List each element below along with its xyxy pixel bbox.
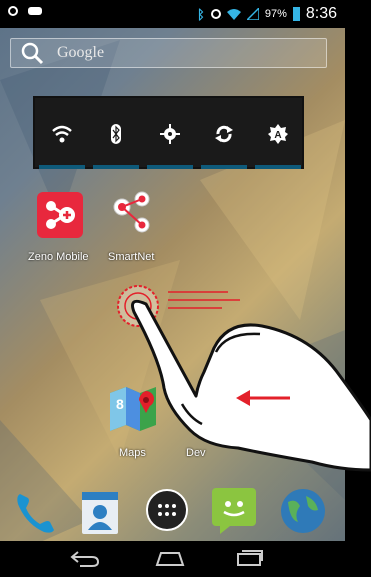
app-label-dev: Dev: [186, 447, 206, 459]
search-placeholder: Google: [57, 44, 105, 61]
gps-icon: [160, 123, 180, 144]
browser-icon[interactable]: [280, 488, 326, 534]
messaging-icon[interactable]: [212, 488, 256, 534]
google-search-bar[interactable]: Google: [10, 38, 327, 68]
gamepad-icon: [28, 7, 42, 15]
app-drawer-icon[interactable]: [145, 488, 189, 532]
navigation-bar: [0, 541, 345, 577]
alarm-icon: [210, 9, 221, 19]
app-label-zeno-mobile: Zeno Mobile: [28, 251, 89, 263]
phone-screen: ᛒ 97% 8:36 Google A Zeno Mobile SmartNet…: [0, 0, 371, 577]
sync-toggle[interactable]: [197, 98, 251, 169]
clock: 8:36: [305, 5, 337, 22]
auto-brightness-icon: A: [268, 123, 288, 144]
search-icon: [21, 42, 44, 65]
sync-icon: [215, 125, 233, 142]
signal-icon: [246, 8, 259, 20]
phone-icon[interactable]: [12, 490, 58, 536]
battery-icon: [292, 7, 300, 21]
auto-brightness-toggle[interactable]: A: [251, 98, 305, 169]
app-label-maps: Maps: [119, 447, 146, 459]
zeno-mobile-icon: [37, 192, 83, 238]
contacts-icon[interactable]: [82, 492, 118, 534]
wifi-toggle[interactable]: [35, 98, 89, 169]
notification-ring-icon: [8, 6, 18, 16]
dock: [0, 482, 345, 544]
back-icon[interactable]: [70, 550, 100, 568]
status-bar: ᛒ 97% 8:36: [0, 0, 345, 28]
bluetooth-status-icon: ᛒ: [197, 6, 205, 22]
svg-text:8: 8: [116, 396, 124, 412]
wifi-status-icon: [226, 9, 241, 20]
app-label-smartnet: SmartNet: [108, 251, 155, 263]
recents-icon[interactable]: [236, 549, 264, 567]
maps-icon: 8: [110, 387, 156, 431]
svg-text:A: A: [274, 130, 281, 141]
app-smartnet[interactable]: [108, 189, 156, 242]
home-icon[interactable]: [155, 549, 185, 567]
app-maps[interactable]: 8: [110, 385, 156, 436]
wifi-icon: [52, 125, 72, 142]
gps-toggle[interactable]: [143, 98, 197, 169]
power-control-widget: A: [33, 96, 304, 169]
app-zeno-mobile[interactable]: [37, 192, 83, 243]
bluetooth-icon: [111, 123, 121, 144]
bluetooth-toggle[interactable]: [89, 98, 143, 169]
smartnet-icon: [113, 191, 150, 233]
battery-percent: 97%: [264, 8, 287, 20]
